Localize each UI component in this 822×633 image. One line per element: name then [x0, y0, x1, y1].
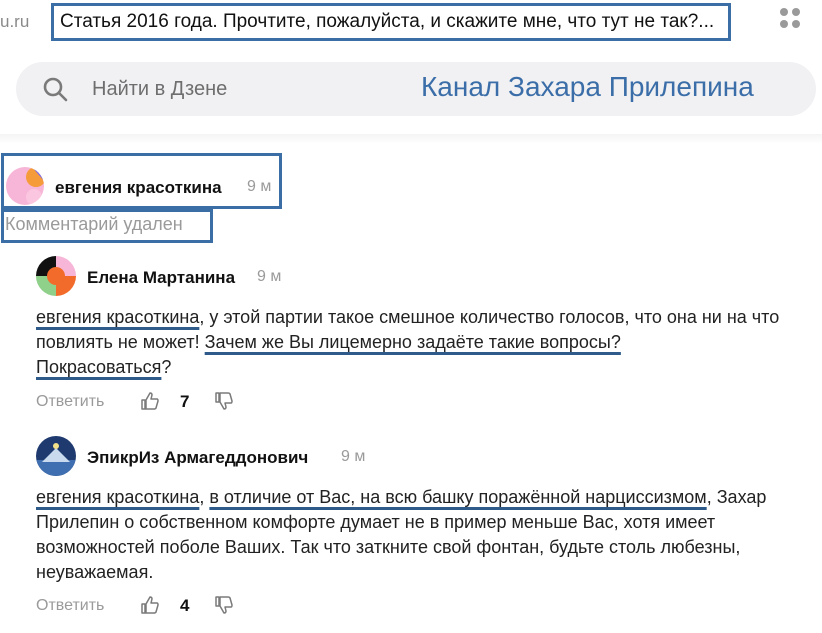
like-icon[interactable]	[140, 595, 160, 615]
comment-text: евгения красоткина, в отличие от Вас, на…	[36, 487, 767, 582]
comment-author[interactable]: евгения красоткина	[55, 178, 222, 198]
reply-button[interactable]: Ответить	[36, 393, 104, 411]
comment-time: 9 м	[341, 448, 366, 465]
like-icon[interactable]	[140, 391, 160, 411]
comment-text: евгения красоткина, у этой партии такое …	[36, 307, 780, 377]
mention-link[interactable]: евгения красоткина	[36, 307, 199, 327]
apps-icon[interactable]	[780, 8, 802, 30]
dislike-icon[interactable]	[214, 595, 234, 615]
comment-author[interactable]: ЭпикрИз Армагеддонович	[87, 448, 308, 468]
avatar[interactable]	[6, 167, 44, 205]
dislike-icon[interactable]	[214, 391, 234, 411]
domain-tail: u.ru	[0, 12, 30, 31]
reply-button[interactable]: Ответить	[36, 597, 104, 615]
like-count: 7	[180, 392, 190, 411]
like-count: 4	[180, 596, 190, 615]
channel-title: Канал Захара Прилепина	[421, 71, 754, 102]
mention-link[interactable]: евгения красоткина	[36, 487, 199, 507]
comment-time: 9 м	[257, 268, 282, 285]
search-icon[interactable]	[42, 76, 68, 102]
article-title: Статья 2016 года. Прочтите, пожалуйста, …	[51, 3, 731, 41]
deleted-comment-label: Комментарий удален	[5, 214, 183, 234]
divider	[0, 134, 822, 144]
avatar[interactable]	[36, 436, 76, 476]
avatar[interactable]	[36, 256, 76, 296]
comment-time: 9 м	[247, 178, 272, 195]
search-input[interactable]: Найти в Дзене	[92, 78, 227, 101]
comment-author[interactable]: Елена Мартанина	[87, 268, 235, 288]
